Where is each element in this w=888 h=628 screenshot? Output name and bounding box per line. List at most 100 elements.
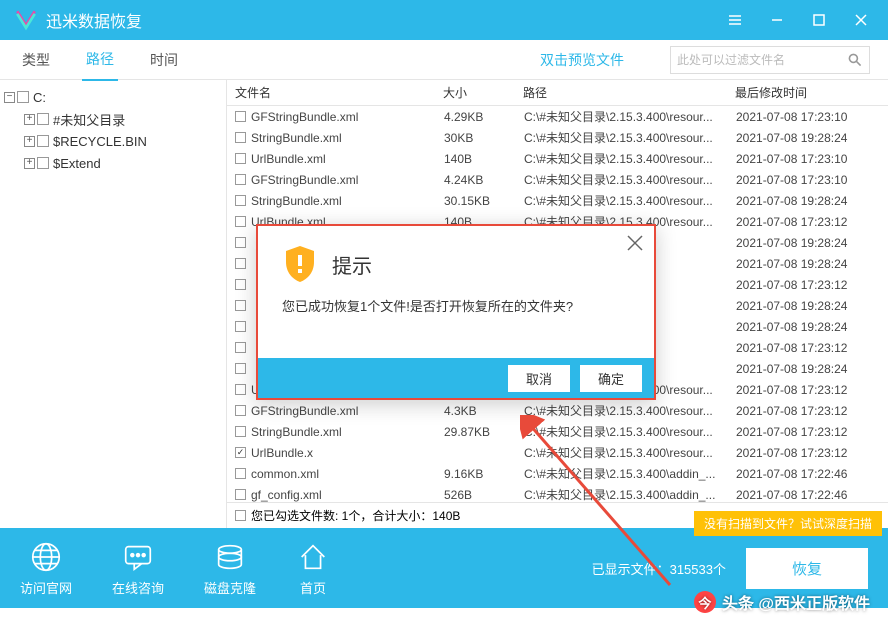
checkbox[interactable] (37, 113, 49, 125)
home-button[interactable]: 首页 (296, 540, 330, 597)
checkbox[interactable] (235, 153, 246, 164)
checkbox[interactable] (235, 510, 246, 521)
checkbox[interactable] (235, 216, 246, 227)
checkbox[interactable] (235, 321, 246, 332)
table-row[interactable]: GFStringBundle.xml4.29KBC:\#未知父目录\2.15.3… (227, 106, 888, 127)
checkbox[interactable] (235, 468, 246, 479)
tree-node[interactable]: +$Extend (24, 152, 222, 174)
tree-node[interactable]: +#未知父目录 (24, 108, 222, 130)
table-row[interactable]: StringBundle.xml29.87KBC:\#未知父目录\2.15.3.… (227, 421, 888, 442)
table-header: 文件名 大小 路径 最后修改时间 (227, 80, 888, 106)
checkbox[interactable] (235, 174, 246, 185)
recover-button[interactable]: 恢复 (746, 548, 868, 589)
expand-icon[interactable]: + (24, 158, 35, 169)
deep-scan-button[interactable]: 没有扫描到文件？试试深度扫描 (694, 511, 882, 536)
checkbox[interactable] (235, 132, 246, 143)
file-name: GFStringBundle.xml (251, 173, 444, 187)
tree-node[interactable]: +$RECYCLE.BIN (24, 130, 222, 152)
checkbox[interactable] (235, 279, 246, 290)
checkbox[interactable] (37, 157, 49, 169)
checkbox[interactable] (235, 258, 246, 269)
table-row[interactable]: StringBundle.xml30.15KBC:\#未知父目录\2.15.3.… (227, 190, 888, 211)
shield-icon (282, 244, 318, 284)
expand-icon[interactable]: + (24, 114, 35, 125)
file-date: 2021-07-08 17:23:12 (736, 215, 888, 229)
file-date: 2021-07-08 19:28:24 (736, 257, 888, 271)
file-path: C:\#未知父目录\2.15.3.400\resour... (524, 444, 736, 461)
table-row[interactable]: StringBundle.xml30KBC:\#未知父目录\2.15.3.400… (227, 127, 888, 148)
file-size: 9.16KB (444, 467, 524, 481)
maximize-icon[interactable] (798, 0, 840, 40)
menu-icon[interactable] (714, 0, 756, 40)
search-box[interactable] (670, 46, 870, 74)
file-date: 2021-07-08 17:23:12 (736, 404, 888, 418)
file-name: UrlBundle.x (251, 446, 444, 460)
chat-button[interactable]: 在线咨询 (112, 540, 164, 597)
watermark-icon: 今 (694, 591, 716, 613)
tab-time[interactable]: 时间 (146, 40, 182, 80)
table-row[interactable]: GFStringBundle.xml4.24KBC:\#未知父目录\2.15.3… (227, 169, 888, 190)
checkbox[interactable] (235, 342, 246, 353)
file-date: 2021-07-08 17:23:10 (736, 173, 888, 187)
file-path: C:\#未知父目录\2.15.3.400\addin_... (524, 465, 736, 482)
dialog-close-icon[interactable] (626, 234, 644, 257)
folder-tree[interactable]: − C: +#未知父目录+$RECYCLE.BIN+$Extend (0, 80, 227, 528)
checkbox[interactable] (235, 111, 246, 122)
file-date: 2021-07-08 17:23:12 (736, 341, 888, 355)
tab-type[interactable]: 类型 (18, 40, 54, 80)
file-date: 2021-07-08 19:28:24 (736, 299, 888, 313)
tree-root[interactable]: − C: (4, 86, 222, 108)
close-icon[interactable] (840, 0, 882, 40)
minimize-icon[interactable] (756, 0, 798, 40)
search-input[interactable] (677, 53, 847, 67)
file-size: 4.29KB (444, 110, 524, 124)
file-name: UrlBundle.xml (251, 152, 444, 166)
file-name: StringBundle.xml (251, 425, 444, 439)
table-row[interactable]: UrlBundle.xml140BC:\#未知父目录\2.15.3.400\re… (227, 148, 888, 169)
file-size: 29.87KB (444, 425, 524, 439)
file-date: 2021-07-08 17:23:12 (736, 425, 888, 439)
checkbox[interactable] (235, 426, 246, 437)
col-name[interactable]: 文件名 (227, 84, 443, 101)
cancel-button[interactable]: 取消 (508, 365, 570, 392)
file-path: C:\#未知父目录\2.15.3.400\resour... (524, 192, 736, 209)
table-row[interactable]: common.xml9.16KBC:\#未知父目录\2.15.3.400\add… (227, 463, 888, 484)
checkbox[interactable] (235, 195, 246, 206)
checkbox[interactable] (17, 91, 29, 103)
col-path[interactable]: 路径 (523, 84, 735, 101)
tab-path[interactable]: 路径 (82, 39, 118, 81)
checkbox[interactable] (235, 300, 246, 311)
file-path: C:\#未知父目录\2.15.3.400\resour... (524, 150, 736, 167)
summary-text: 您已勾选文件数: 1个，合计大小：140B (251, 507, 460, 524)
checkbox[interactable] (235, 405, 246, 416)
col-date[interactable]: 最后修改时间 (735, 84, 888, 101)
collapse-icon[interactable]: − (4, 92, 15, 103)
file-date: 2021-07-08 17:22:46 (736, 488, 888, 502)
ok-button[interactable]: 确定 (580, 365, 642, 392)
checkbox[interactable] (235, 447, 246, 458)
checkbox[interactable] (235, 237, 246, 248)
checkbox[interactable] (37, 135, 49, 147)
file-size: 140B (444, 152, 524, 166)
file-path: C:\#未知父目录\2.15.3.400\resour... (524, 423, 736, 440)
file-name: gf_config.xml (251, 488, 444, 502)
checkbox[interactable] (235, 363, 246, 374)
file-date: 2021-07-08 17:23:12 (736, 383, 888, 397)
checkbox[interactable] (235, 489, 246, 500)
search-icon[interactable] (847, 52, 863, 68)
col-size[interactable]: 大小 (443, 84, 523, 101)
status-text: 已显示文件：315533个 (592, 559, 726, 578)
visit-site-button[interactable]: 访问官网 (20, 540, 72, 597)
file-date: 2021-07-08 19:28:24 (736, 362, 888, 376)
file-size: 30KB (444, 131, 524, 145)
table-row[interactable]: GFStringBundle.xml4.3KBC:\#未知父目录\2.15.3.… (227, 400, 888, 421)
confirm-dialog: 提示 您已成功恢复1个文件!是否打开恢复所在的文件夹? 取消 确定 (256, 224, 656, 400)
disk-clone-button[interactable]: 磁盘克隆 (204, 540, 256, 597)
file-path: C:\#未知父目录\2.15.3.400\resour... (524, 402, 736, 419)
checkbox[interactable] (235, 384, 246, 395)
file-path: C:\#未知父目录\2.15.3.400\resour... (524, 108, 736, 125)
expand-icon[interactable]: + (24, 136, 35, 147)
file-name: GFStringBundle.xml (251, 404, 444, 418)
table-row[interactable]: gf_config.xml526BC:\#未知父目录\2.15.3.400\ad… (227, 484, 888, 502)
table-row[interactable]: UrlBundle.x C:\#未知父目录\2.15.3.400\resour..… (227, 442, 888, 463)
